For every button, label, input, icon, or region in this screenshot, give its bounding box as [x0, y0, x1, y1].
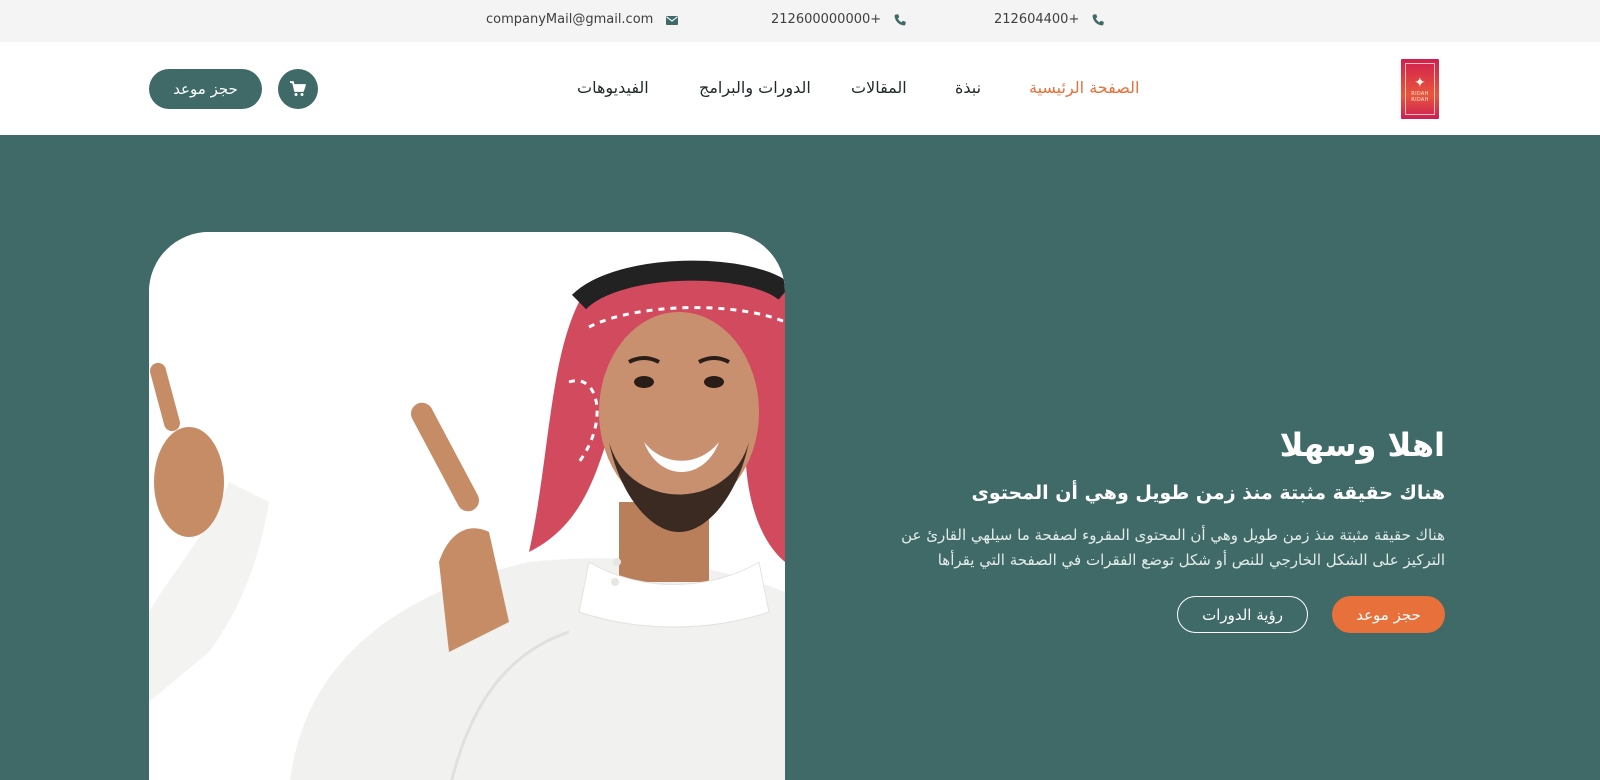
topbar: companyMail@gmail.com 212600000000+ 2126… — [0, 0, 1600, 42]
cart-button[interactable] — [278, 69, 318, 109]
phone-icon — [893, 13, 907, 27]
nav-link-videos[interactable]: الفيديوهات — [577, 78, 649, 97]
logo-star-icon: ✦ — [1413, 75, 1427, 91]
navbar: ✦ RIDAH RIDAH الصفحة الرئيسية نبذة المقا… — [0, 42, 1600, 135]
email-contact[interactable]: companyMail@gmail.com — [486, 12, 679, 27]
person-illustration — [149, 232, 785, 780]
hero-description: هناك حقيقة مثبتة منذ زمن طويل وهي أن الم… — [865, 523, 1445, 573]
nav-link-articles[interactable]: المقالات — [851, 78, 907, 97]
nav-link-courses[interactable]: الدورات والبرامج — [699, 78, 811, 97]
phone-contact-1[interactable]: 212600000000+ — [771, 12, 907, 27]
phone-icon — [1091, 13, 1105, 27]
email-text[interactable]: companyMail@gmail.com — [486, 12, 653, 27]
site-logo[interactable]: ✦ RIDAH RIDAH — [1401, 59, 1439, 119]
hero-image — [149, 232, 785, 780]
envelope-icon — [665, 13, 679, 27]
shopping-cart-icon — [290, 81, 306, 96]
hero-description-line-2: التركيز على الشكل الخارجي للنص أو شكل تو… — [937, 551, 1445, 569]
logo-text-bottom: RIDAH — [1411, 97, 1429, 103]
hero-buttons: حجز موعد رؤية الدورات — [1177, 596, 1445, 633]
hero-description-line-1: هناك حقيقة مثبتة منذ زمن طويل وهي أن الم… — [901, 526, 1445, 544]
hero-title: اهلا وسهلا — [1279, 426, 1445, 464]
phone-text-1[interactable]: 212600000000+ — [771, 12, 881, 27]
hero-subtitle: هناك حقيقة مثبتة منذ زمن طويل وهي أن الم… — [971, 482, 1445, 504]
hero-section: اهلا وسهلا هناك حقيقة مثبتة منذ زمن طويل… — [0, 135, 1600, 780]
book-appointment-button[interactable]: حجز موعد — [149, 69, 262, 109]
nav-link-about[interactable]: نبذة — [955, 78, 981, 97]
view-courses-button[interactable]: رؤية الدورات — [1177, 596, 1308, 633]
phone-contact-2[interactable]: 212604400+ — [994, 12, 1105, 27]
nav-link-home[interactable]: الصفحة الرئيسية — [1029, 78, 1139, 97]
phone-text-2[interactable]: 212604400+ — [994, 12, 1079, 27]
logo-frame: ✦ RIDAH RIDAH — [1405, 63, 1435, 115]
hero-book-button[interactable]: حجز موعد — [1332, 596, 1445, 633]
scrollbar-strip — [1593, 135, 1600, 232]
hero-text-block: اهلا وسهلا هناك حقيقة مثبتة منذ زمن طويل… — [865, 425, 1445, 633]
